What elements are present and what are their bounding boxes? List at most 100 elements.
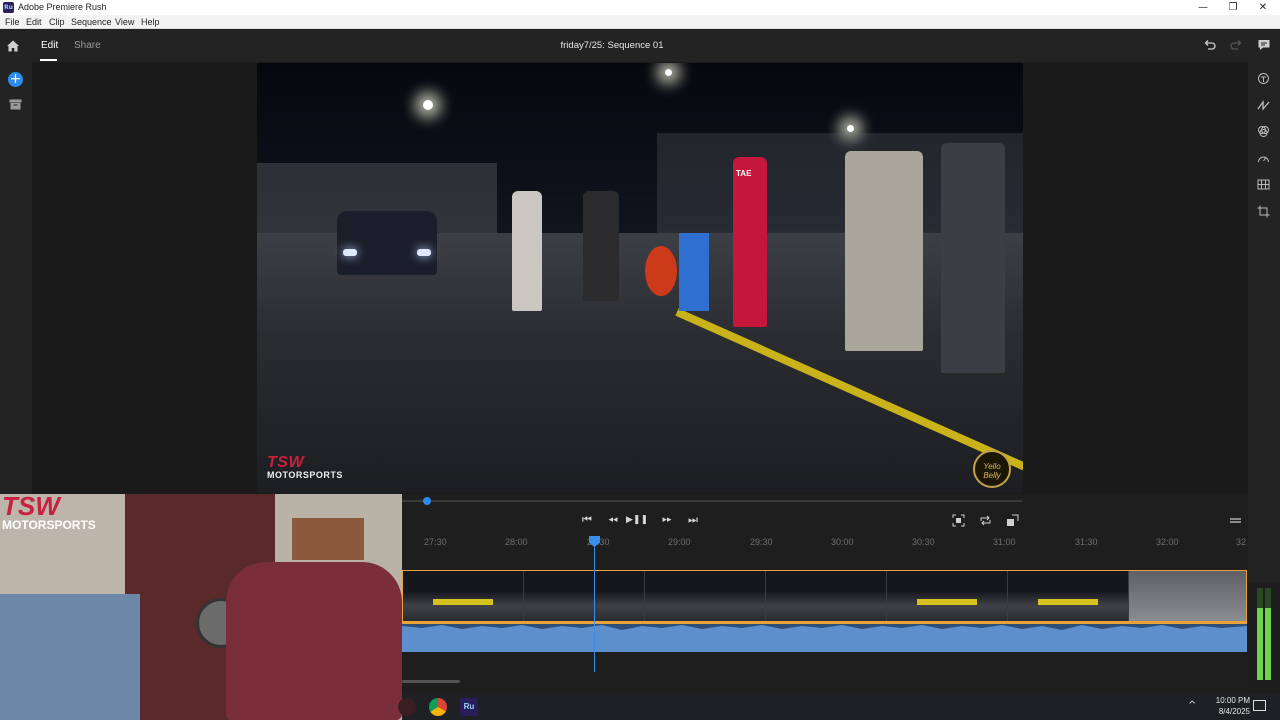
webcam-logo-text: MOTORSPORTS	[2, 518, 96, 532]
ruler-tick: 30:00	[831, 537, 854, 547]
left-toolbar	[0, 62, 32, 494]
clip-thumbnail	[524, 571, 644, 621]
right-toolbar	[1248, 62, 1280, 582]
spectator	[583, 191, 619, 301]
fan	[645, 246, 677, 296]
ruler-tick: 30:30	[912, 537, 935, 547]
redo-icon[interactable]	[1229, 38, 1243, 52]
clip-thumbnail	[1008, 571, 1128, 621]
watermark-logo-text: MOTORSPORTS	[267, 470, 343, 480]
scrub-bar[interactable]	[402, 500, 1022, 502]
ruler-tick: 29:30	[750, 537, 773, 547]
shirt-text: TAE	[736, 169, 752, 178]
comment-icon[interactable]	[1257, 38, 1271, 52]
title-text-icon[interactable]	[1257, 72, 1270, 85]
premiere-rush-app-icon: Ru	[3, 2, 14, 13]
stadium-light	[847, 125, 854, 132]
media-bin-icon[interactable]	[9, 99, 22, 110]
minimize-button[interactable]: —	[1188, 1, 1218, 14]
ruler-tick: 31:00	[993, 537, 1016, 547]
clip-thumbnail	[645, 571, 765, 621]
race-car	[337, 211, 437, 275]
spectator	[941, 143, 1005, 373]
wall-pictures	[292, 518, 364, 560]
menu-clip[interactable]: Clip	[49, 17, 65, 27]
audio-clip-track[interactable]	[402, 622, 1247, 652]
ruler-tick: 28:00	[505, 537, 528, 547]
transitions-icon[interactable]	[1257, 99, 1270, 112]
stadium-light	[423, 100, 433, 110]
restore-button[interactable]: ❐	[1218, 1, 1248, 14]
car-headlight	[343, 249, 357, 256]
menu-bar: File Edit Clip Sequence View Help	[0, 15, 1280, 29]
timeline-scrollbar[interactable]	[402, 680, 460, 683]
video-clip-track[interactable]	[402, 570, 1247, 622]
audio-meter-left	[1257, 588, 1263, 680]
go-to-end-button[interactable]: ⏭	[686, 513, 700, 527]
ruler-tick: 32:00	[1156, 537, 1179, 547]
color-icon[interactable]	[1257, 125, 1270, 138]
window-title-bar: Ru Adobe Premiere Rush — ❐ ✕	[0, 0, 1280, 15]
notification-icon[interactable]	[1253, 700, 1266, 711]
go-to-start-button[interactable]: ⏮	[580, 513, 594, 527]
webcam-logo: TSW MOTORSPORTS	[2, 494, 96, 532]
active-tab-indicator	[40, 59, 57, 61]
audio-meter-right-fill	[1265, 608, 1271, 680]
menu-edit[interactable]: Edit	[26, 17, 42, 27]
ruler-tick: 32	[1236, 537, 1247, 547]
menu-sequence[interactable]: Sequence	[71, 17, 112, 27]
watermark-logo-mark: TSW	[267, 454, 305, 471]
audio-mixer-icon[interactable]	[1257, 178, 1270, 191]
play-pause-button[interactable]: ▶❚❚	[626, 513, 648, 527]
scrub-handle[interactable]	[422, 497, 431, 505]
audio-waveform	[402, 624, 1247, 630]
blue-blanket	[0, 594, 140, 720]
playhead-line[interactable]	[594, 542, 595, 672]
clip-thumbnail	[887, 571, 1007, 621]
webcam-logo-mark: TSW	[2, 494, 60, 521]
windows-taskbar	[402, 694, 1280, 720]
window-title: Adobe Premiere Rush	[18, 2, 107, 12]
taskbar-date: 8/4/2025	[1218, 707, 1250, 716]
taskbar-clock[interactable]: 10:00 PM 8/4/2025	[1190, 695, 1250, 717]
speed-icon[interactable]	[1257, 152, 1270, 165]
clip-thumbnail	[766, 571, 886, 621]
stadium-light	[665, 69, 672, 76]
chair	[226, 562, 402, 720]
chrome-icon[interactable]	[429, 698, 447, 716]
menu-view[interactable]: View	[115, 17, 134, 27]
taskbar-time: 10:00 PM	[1215, 696, 1250, 705]
audio-meters	[1255, 588, 1273, 680]
menu-help[interactable]: Help	[141, 17, 160, 27]
menu-file[interactable]: File	[5, 17, 20, 27]
audio-meter-left-fill	[1257, 608, 1263, 680]
clip-thumbnail	[403, 571, 523, 621]
sequence-title: friday7/25: Sequence 01	[560, 40, 664, 51]
app-header: Edit Share friday7/25: Sequence 01	[0, 29, 1280, 62]
audio-meter-right	[1265, 588, 1271, 680]
fit-frame-icon[interactable]	[952, 514, 965, 527]
watermark-logo: TSW MOTORSPORTS	[267, 454, 343, 481]
premiere-rush-taskbar-icon[interactable]: Ru	[460, 698, 478, 716]
step-forward-button[interactable]: ▸▸	[660, 513, 674, 527]
add-media-button[interactable]: +	[8, 72, 23, 87]
loop-icon[interactable]	[979, 514, 992, 527]
ruler-tick: 31:30	[1075, 537, 1098, 547]
yello-belly-badge: Yello Belly	[973, 450, 1011, 488]
crop-transform-icon[interactable]	[1257, 205, 1270, 218]
fullscreen-icon[interactable]	[1006, 514, 1019, 527]
webcam-overlay: TSW MOTORSPORTS	[0, 494, 402, 720]
close-button[interactable]: ✕	[1248, 1, 1278, 14]
car-headlight	[417, 249, 431, 256]
undo-icon[interactable]	[1203, 38, 1217, 52]
video-preview[interactable]: TAE TSW MOTORSPORTS Yello Belly	[257, 63, 1023, 493]
timeline-menu-icon[interactable]	[1229, 514, 1242, 527]
ruler-tick: 27:30	[424, 537, 447, 547]
spectator-red-shirt	[733, 157, 767, 327]
spectator	[845, 151, 923, 351]
spectator	[512, 191, 542, 311]
clip-thumbnail	[1129, 571, 1246, 621]
blue-barrel	[679, 233, 709, 311]
step-back-button[interactable]: ◂◂	[606, 513, 620, 527]
taskbar-app-icon[interactable]	[398, 698, 416, 716]
